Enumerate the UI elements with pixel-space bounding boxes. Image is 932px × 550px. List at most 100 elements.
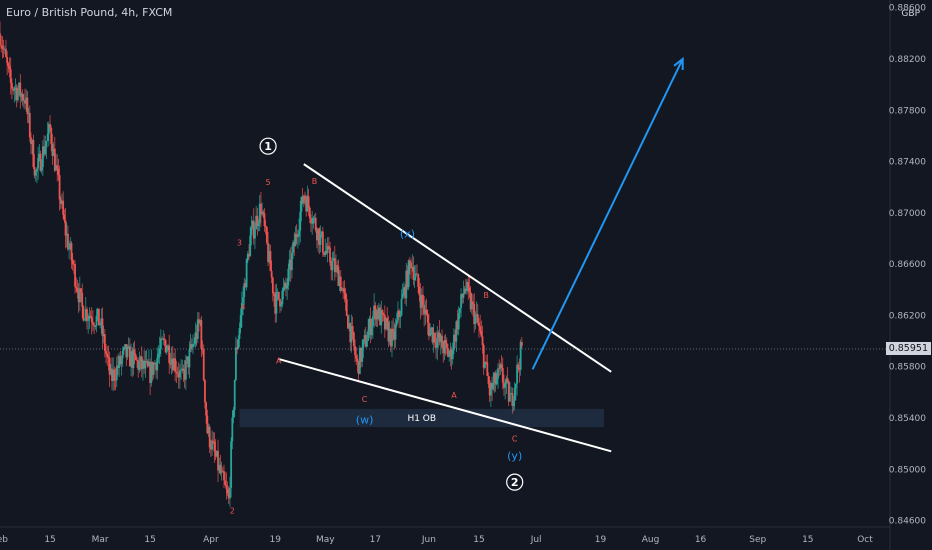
wave-label: B <box>312 177 318 186</box>
candle-body <box>336 265 339 267</box>
candle-body <box>307 196 310 208</box>
candle-body <box>28 112 31 138</box>
candle-body <box>92 322 94 325</box>
y-tick-label: 0.87800 <box>889 106 926 116</box>
wave-label: (y) <box>507 449 522 462</box>
candle-body <box>0 33 1 45</box>
candle-body <box>372 316 374 327</box>
candle-body <box>277 291 280 300</box>
candle-body <box>501 368 504 383</box>
candle-body <box>355 355 358 359</box>
y-tick-label: 0.86200 <box>889 311 926 321</box>
chart-stage[interactable]: H1 OB 1 5 3 4 2 B A C (x) (w) A B C (y) 2 0.88600 0.882… <box>0 0 932 550</box>
candle-body <box>361 347 364 362</box>
candle-body <box>351 326 354 333</box>
candle-body <box>304 195 306 200</box>
candle-body <box>329 247 331 263</box>
wave-label: C <box>362 395 368 404</box>
candle-body <box>193 343 196 345</box>
candle-body <box>331 260 334 271</box>
candle-body <box>312 217 315 224</box>
candle-body <box>76 288 79 293</box>
y-tick-label: 0.85400 <box>889 414 926 424</box>
candle-body <box>472 301 474 304</box>
candle-body <box>40 167 43 171</box>
candle-body <box>381 310 384 315</box>
x-tick-label: Apr <box>203 535 219 545</box>
candle-body <box>57 168 60 176</box>
candle-body <box>426 314 429 323</box>
candle-body <box>205 402 208 416</box>
candle-body <box>433 333 436 343</box>
candle-body <box>413 276 416 280</box>
candle-body <box>70 243 73 261</box>
candle-body <box>81 292 84 307</box>
candle-body <box>321 231 324 253</box>
y-tick-label: 0.85800 <box>889 363 926 373</box>
candle-body <box>212 440 215 442</box>
x-tick-label: 15 <box>473 535 484 545</box>
candle-body <box>238 328 241 339</box>
candle-body <box>467 281 470 288</box>
price-chart[interactable]: H1 OB 15342BAC(x)(w)ABC(y)2 0.886000.882… <box>0 0 932 550</box>
candle-body <box>134 354 137 360</box>
candle-body <box>224 480 227 486</box>
candle-body <box>451 350 454 360</box>
candle-body <box>298 230 300 237</box>
candle-body <box>163 338 166 341</box>
candle-body <box>468 287 471 293</box>
candle-body <box>175 371 178 373</box>
candle-body <box>319 234 322 245</box>
candle-body <box>158 349 161 355</box>
candle-body <box>366 340 368 347</box>
currency-label: GBP <box>901 9 920 19</box>
x-tick-label: 15 <box>44 535 55 545</box>
candle-body <box>484 361 486 368</box>
candle-body <box>8 66 11 70</box>
candle-body <box>204 379 206 403</box>
candle-body <box>343 288 346 293</box>
candle-body <box>5 48 7 58</box>
candle-body <box>497 368 499 379</box>
candle-body <box>46 133 49 141</box>
candle-body <box>1 45 4 49</box>
candle-body <box>152 363 155 375</box>
candle-body <box>89 315 92 318</box>
symbol-title[interactable]: Euro / British Pound, 4h, FXCM <box>6 6 172 19</box>
candle-body <box>21 93 24 101</box>
candle-body <box>441 335 443 348</box>
candle-body <box>184 360 187 380</box>
candle-body <box>95 315 98 327</box>
candle-body <box>120 358 123 364</box>
candle-body <box>263 213 266 226</box>
candle-body <box>308 207 311 219</box>
candle-body <box>90 317 93 323</box>
candle-body <box>408 260 411 263</box>
candle-body <box>64 220 67 236</box>
candle-body <box>6 57 9 64</box>
candle-body <box>62 200 65 215</box>
candle-body <box>265 227 268 243</box>
x-tick-label: 16 <box>695 535 707 545</box>
candle-body <box>400 298 403 316</box>
candle-body <box>367 330 370 341</box>
candle-body <box>250 227 253 236</box>
candle-body <box>458 307 461 314</box>
candle-body <box>264 225 267 228</box>
wave-label: A <box>276 356 282 365</box>
candle-body <box>106 354 109 357</box>
candle-body <box>82 306 85 321</box>
x-tick-label: May <box>316 535 335 545</box>
candle-body <box>245 259 248 288</box>
candle-body <box>232 410 235 418</box>
candle-body <box>495 378 498 385</box>
candle-body <box>223 471 225 481</box>
candle-body <box>56 165 59 169</box>
candle-body <box>462 293 465 298</box>
wave-label: C <box>512 435 518 444</box>
candle-body <box>401 294 404 299</box>
candle-body <box>202 349 205 380</box>
candle-body <box>509 393 511 402</box>
candle-body <box>107 356 110 358</box>
candle-body <box>34 171 37 176</box>
